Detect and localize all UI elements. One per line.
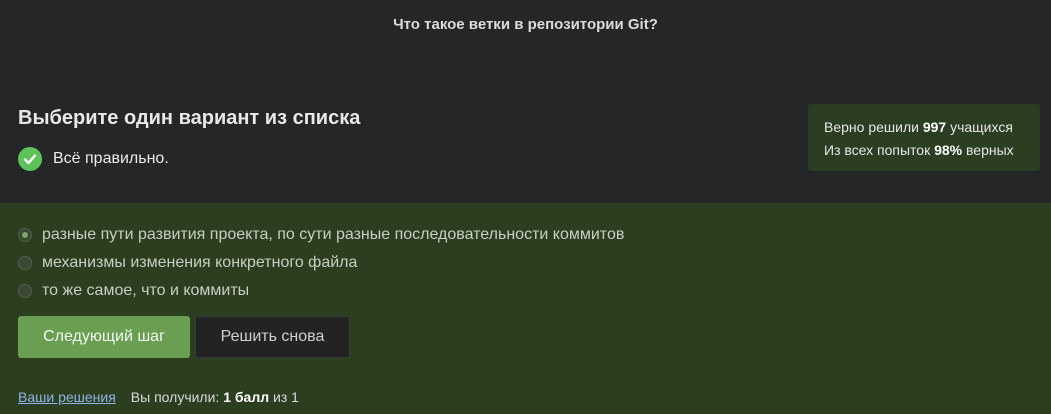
score-footer: Ваши решения Вы получили: 1 балл из 1	[18, 389, 299, 405]
solve-again-button[interactable]: Решить снова	[195, 316, 350, 358]
your-solutions-link[interactable]: Ваши решения	[18, 389, 116, 405]
answer-area: разные пути развития проекта, по сути ра…	[0, 203, 1051, 414]
result-status: Всё правильно.	[18, 147, 169, 171]
option-item[interactable]: то же самое, что и коммиты	[18, 277, 624, 305]
stats-attempts-suffix: верных	[966, 142, 1014, 158]
option-label: механизмы изменения конкретного файла	[42, 254, 358, 271]
options-list: разные пути развития проекта, по сути ра…	[18, 221, 624, 305]
stats-percent: 98%	[934, 142, 963, 158]
radio-button[interactable]	[18, 256, 32, 270]
stats-attempts: Из всех попыток 98% верных	[824, 139, 1040, 162]
score-suffix: из 1	[273, 389, 299, 405]
task-heading: Выберите один вариант из списка	[18, 107, 361, 129]
radio-button[interactable]	[18, 284, 32, 298]
option-label: разные пути развития проекта, по сути ра…	[42, 226, 625, 243]
next-step-button[interactable]: Следующий шаг	[18, 316, 190, 358]
radio-button[interactable]	[18, 228, 32, 242]
option-item[interactable]: разные пути развития проекта, по сути ра…	[18, 221, 624, 249]
score-value: 1 балл	[223, 389, 270, 405]
option-label: то же самое, что и коммиты	[42, 282, 250, 299]
result-text: Всё правильно.	[53, 150, 169, 167]
stats-attempts-prefix: Из всех попыток	[824, 142, 931, 158]
question-header-area: Что такое ветки в репозитории Git? Выбер…	[0, 0, 1051, 203]
radio-selected-dot	[22, 232, 28, 238]
stats-solved-count: 997	[922, 119, 947, 135]
check-circle-icon	[18, 147, 42, 171]
option-item[interactable]: механизмы изменения конкретного файла	[18, 249, 624, 277]
score-prefix: Вы получили:	[130, 389, 220, 405]
stats-panel: Верно решили 997 учащихся Из всех попыто…	[808, 104, 1040, 171]
stats-solved-suffix: учащихся	[950, 119, 1013, 135]
stats-solved-prefix: Верно решили	[824, 119, 919, 135]
quiz-page: Что такое ветки в репозитории Git? Выбер…	[0, 0, 1051, 414]
question-title: Что такое ветки в репозитории Git?	[393, 16, 658, 33]
stats-solved: Верно решили 997 учащихся	[824, 116, 1040, 139]
